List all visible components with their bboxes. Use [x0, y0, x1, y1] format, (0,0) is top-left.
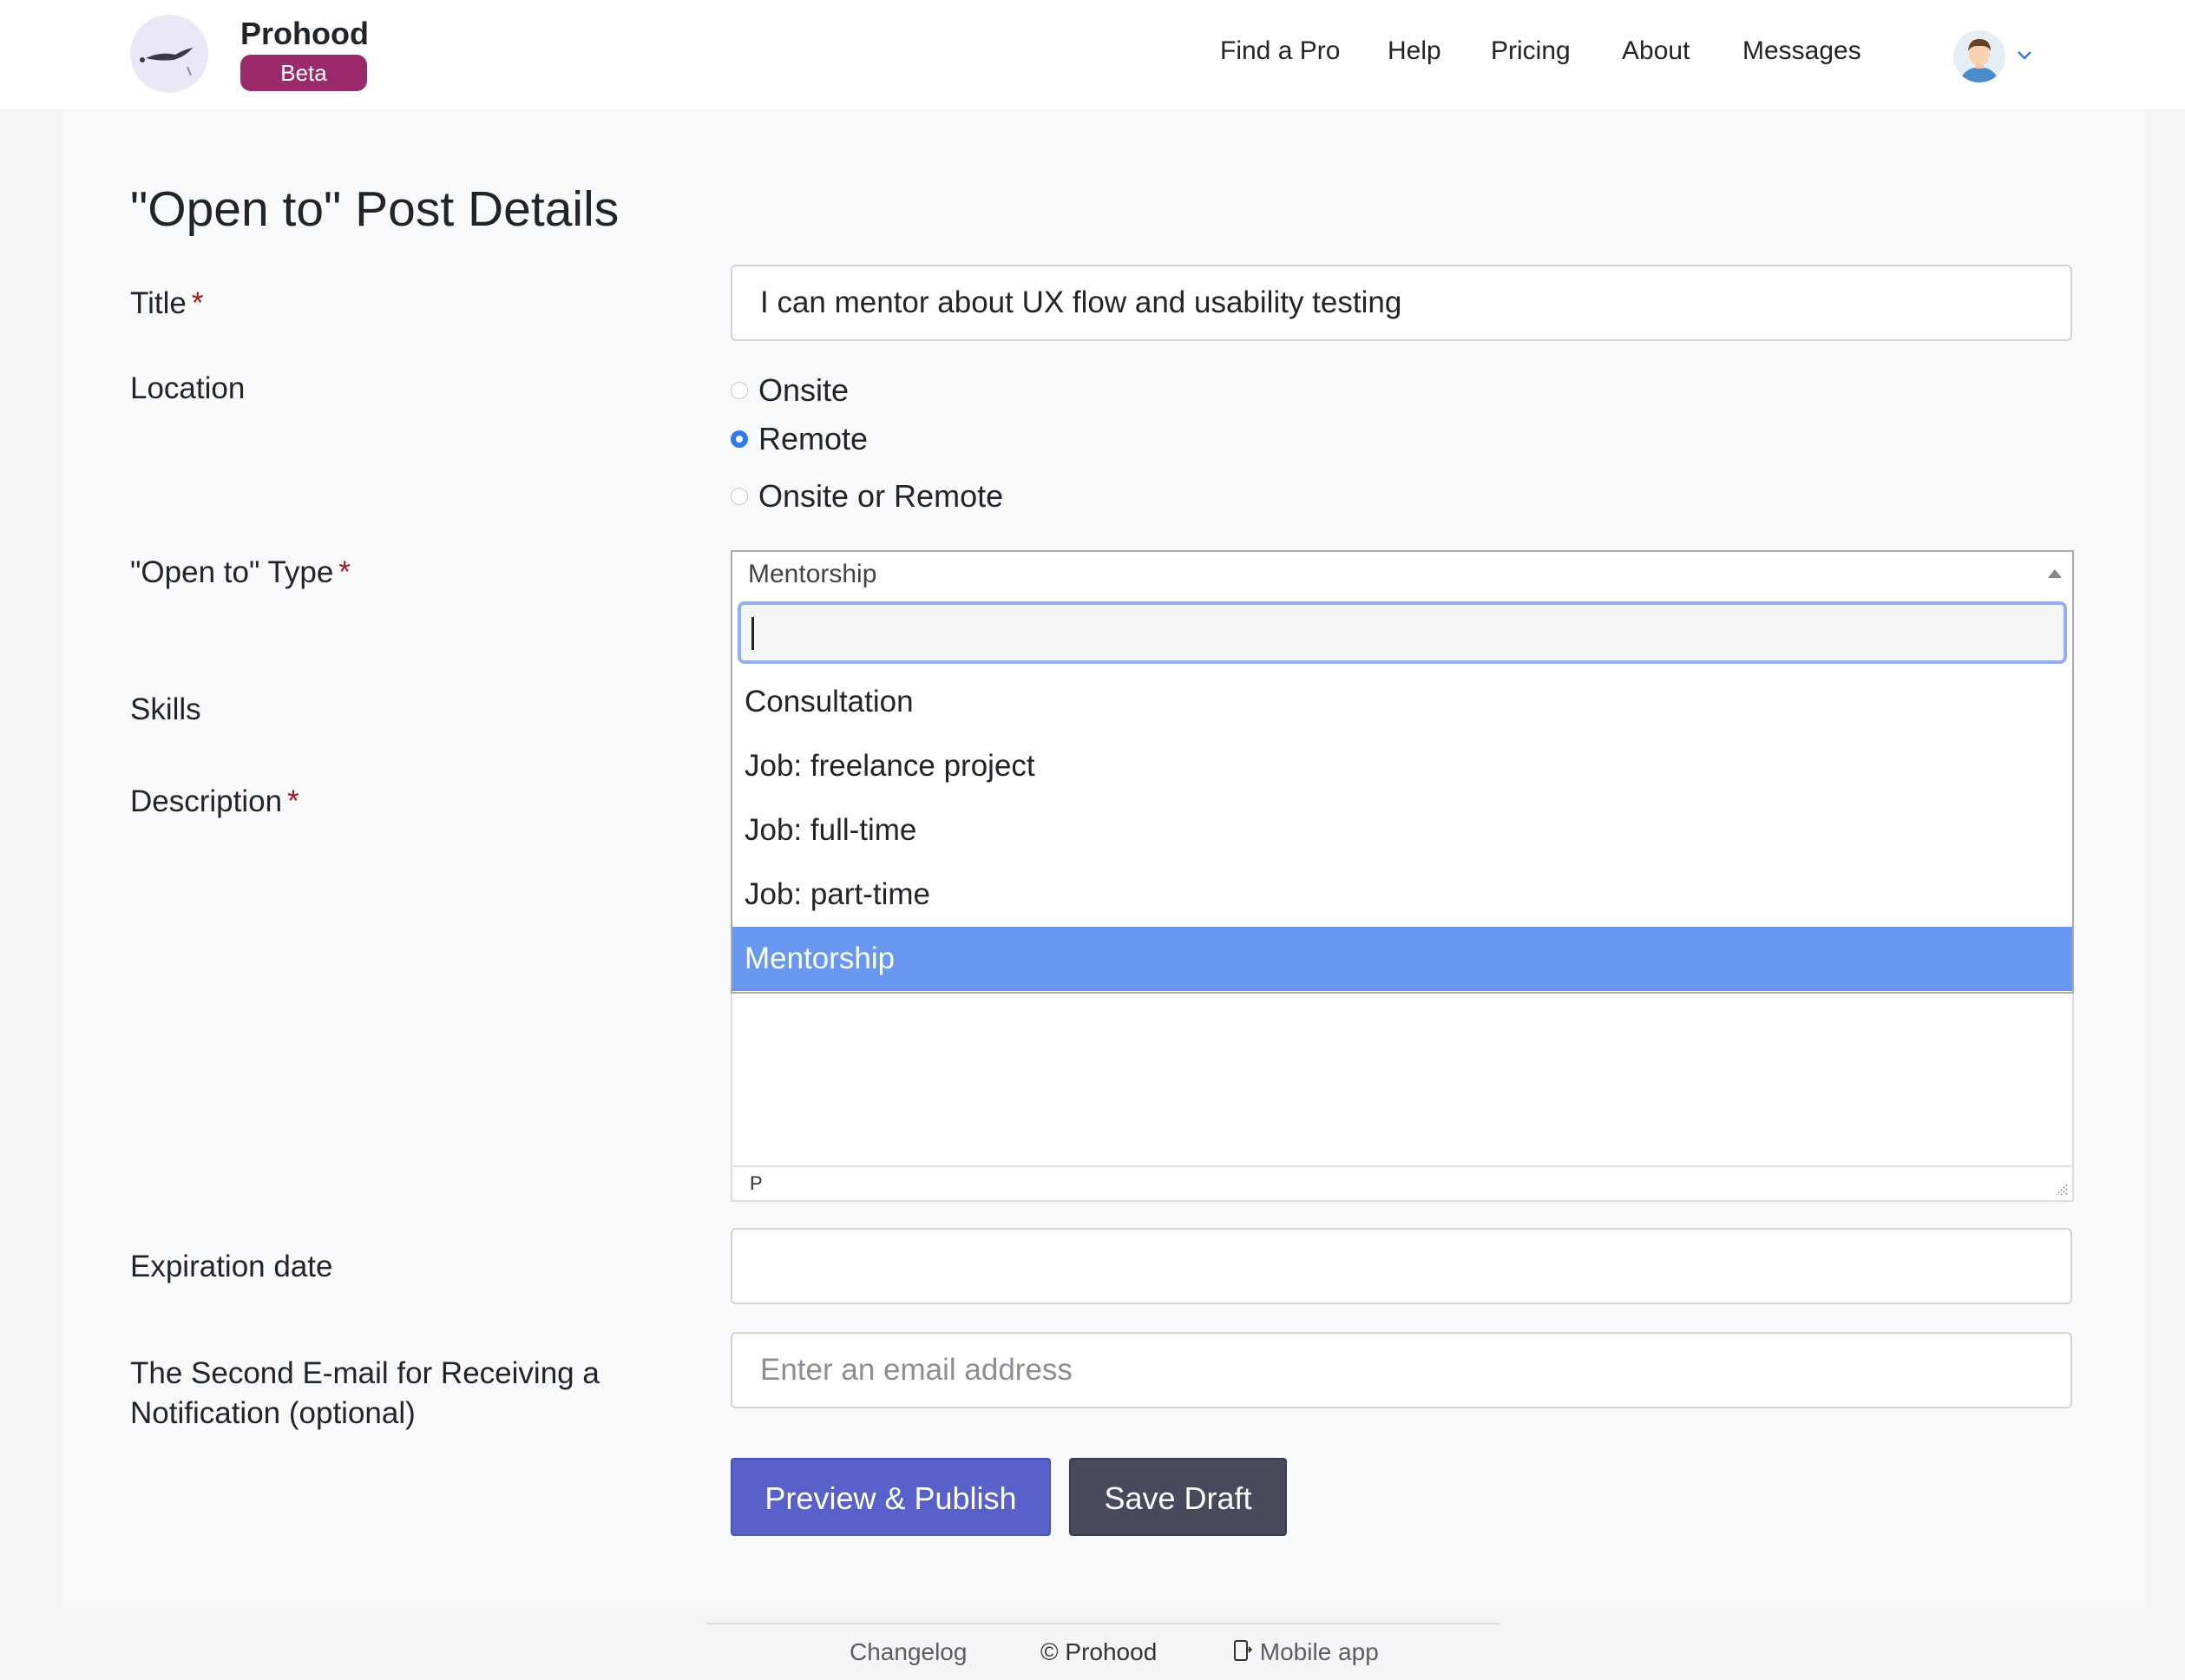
- option-part-time[interactable]: Job: part-time: [732, 863, 2072, 927]
- nav-messages[interactable]: Messages: [1742, 36, 1861, 66]
- radio-label-onsite-or-remote: Onsite or Remote: [758, 478, 1004, 514]
- save-draft-button[interactable]: Save Draft: [1069, 1458, 1287, 1536]
- option-consultation[interactable]: Consultation: [732, 670, 2072, 734]
- caret-up-icon: [2048, 569, 2062, 578]
- bird-logo-icon: [140, 48, 193, 76]
- nav-about[interactable]: About: [1622, 36, 1690, 66]
- radio-label-remote: Remote: [758, 421, 869, 456]
- email-label-line1: The Second E-mail for Receiving a: [130, 1356, 600, 1390]
- brand-logo[interactable]: [130, 15, 208, 93]
- email-placeholder: Enter an email address: [760, 1353, 1073, 1387]
- type-label: "Open to" Type *: [130, 555, 351, 590]
- resize-handle-icon[interactable]: [2053, 1181, 2069, 1197]
- option-mentorship[interactable]: Mentorship: [732, 927, 2072, 991]
- mobile-phone-icon: [1234, 1640, 1253, 1661]
- nav-pricing[interactable]: Pricing: [1491, 36, 1571, 66]
- radio-remote[interactable]: [731, 430, 748, 448]
- expiration-date-input[interactable]: [731, 1228, 2072, 1304]
- footer-mobile-app[interactable]: Mobile app: [1232, 1638, 1379, 1666]
- title-label: Title *: [130, 286, 203, 321]
- footer-changelog[interactable]: Changelog: [850, 1638, 967, 1666]
- location-option-remote[interactable]: Remote: [731, 420, 868, 458]
- option-full-time[interactable]: Job: full-time: [732, 798, 2072, 863]
- footer-mobile-label: Mobile app: [1259, 1638, 1379, 1665]
- radio-onsite[interactable]: [731, 382, 748, 399]
- preview-publish-button[interactable]: Preview & Publish: [731, 1458, 1051, 1536]
- editor-path: P: [750, 1172, 763, 1194]
- footer-copyright: © Prohood: [1040, 1638, 1158, 1665]
- description-editor[interactable]: [731, 994, 2074, 1167]
- text-cursor: [751, 617, 754, 650]
- description-label-text: Description: [130, 784, 283, 818]
- chevron-down-icon[interactable]: [2013, 43, 2036, 66]
- brand-name[interactable]: Prohood: [240, 16, 369, 52]
- required-mark: *: [287, 784, 299, 818]
- location-label: Location: [130, 371, 246, 405]
- type-select[interactable]: Mentorship: [731, 550, 2074, 599]
- type-select-value: Mentorship: [748, 560, 877, 588]
- expiration-label: Expiration date: [130, 1250, 333, 1283]
- user-avatar[interactable]: [1953, 30, 2005, 82]
- location-option-onsite[interactable]: Onsite: [731, 371, 849, 410]
- page-title: "Open to" Post Details: [130, 181, 620, 237]
- option-freelance[interactable]: Job: freelance project: [732, 734, 2072, 798]
- dropdown-search-input[interactable]: [738, 601, 2067, 664]
- title-input[interactable]: I can mentor about UX flow and usability…: [731, 265, 2072, 341]
- description-label: Description *: [130, 784, 299, 819]
- type-label-text: "Open to" Type: [130, 555, 334, 589]
- required-mark: *: [191, 286, 204, 320]
- editor-statusbar: P: [731, 1165, 2074, 1202]
- email-label-line2: Notification (optional): [130, 1396, 416, 1430]
- email-input[interactable]: Enter an email address: [731, 1332, 2072, 1408]
- title-label-text: Title: [130, 286, 187, 320]
- required-mark: *: [338, 555, 351, 589]
- nav-find-a-pro[interactable]: Find a Pro: [1220, 36, 1340, 66]
- nav-help[interactable]: Help: [1388, 36, 1441, 66]
- email-label: The Second E-mail for Receiving a Notifi…: [130, 1354, 600, 1434]
- skills-label: Skills: [130, 692, 201, 726]
- type-dropdown: Consultation Job: freelance project Job:…: [731, 597, 2074, 994]
- radio-onsite-or-remote[interactable]: [731, 488, 748, 505]
- footer-divider: [706, 1623, 1499, 1624]
- avatar-icon: [1953, 30, 2005, 82]
- beta-badge: Beta: [240, 55, 367, 91]
- top-navbar: Prohood Beta Find a Pro Help Pricing Abo…: [0, 0, 2185, 108]
- location-option-onsite-or-remote[interactable]: Onsite or Remote: [731, 477, 1003, 515]
- radio-label-onsite: Onsite: [758, 372, 850, 408]
